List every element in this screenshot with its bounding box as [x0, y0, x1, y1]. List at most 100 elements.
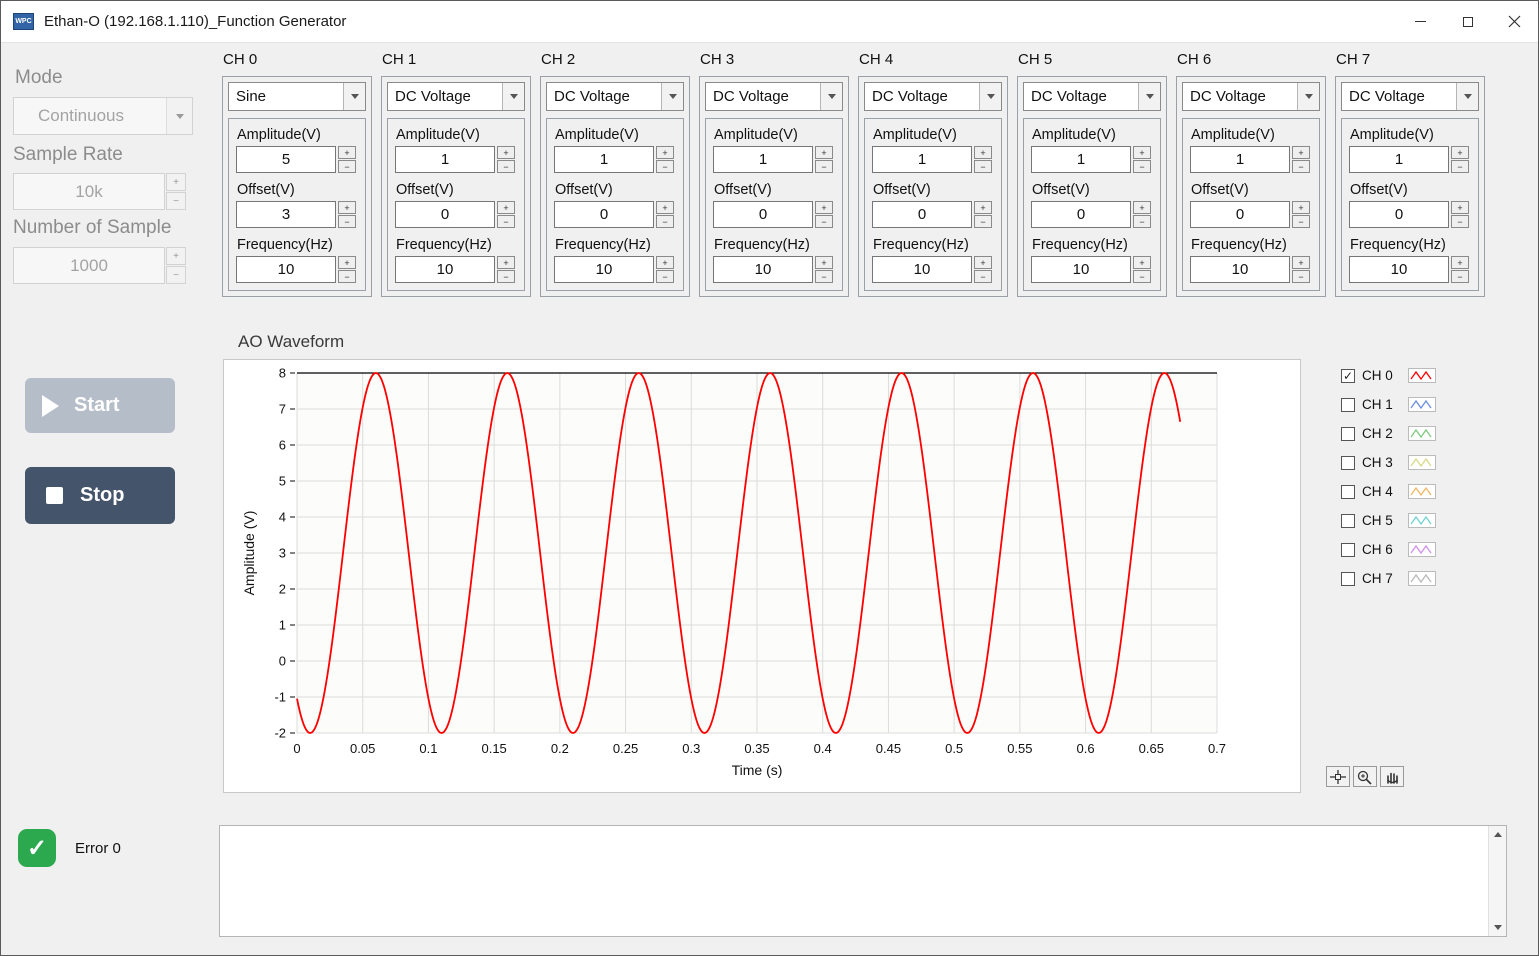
channel-visibility-checkbox[interactable]: ✓	[1341, 543, 1355, 557]
waveform-color-icon[interactable]	[1408, 368, 1436, 383]
offset-input[interactable]: 0	[1031, 201, 1131, 228]
number-of-samples-input[interactable]: 1000	[13, 247, 165, 284]
stop-button[interactable]: Stop	[25, 467, 175, 524]
increment-button[interactable]: +	[1133, 201, 1151, 214]
decrement-button[interactable]: −	[1292, 270, 1310, 283]
increment-button[interactable]: +	[974, 146, 992, 159]
amplitude-input[interactable]: 1	[1349, 146, 1449, 173]
channel-visibility-checkbox[interactable]: ✓	[1341, 369, 1355, 383]
increment-button[interactable]: +	[1292, 256, 1310, 269]
decrement-button[interactable]: −	[1133, 270, 1151, 283]
error-message-box[interactable]	[219, 825, 1507, 937]
decrement-button[interactable]: −	[338, 215, 356, 228]
increment-button[interactable]: +	[338, 146, 356, 159]
waveform-type-select[interactable]: DC Voltage	[1341, 82, 1479, 111]
amplitude-input[interactable]: 5	[236, 146, 336, 173]
frequency-input[interactable]: 10	[713, 256, 813, 283]
waveform-color-icon[interactable]	[1408, 542, 1436, 557]
decrement-button[interactable]: −	[656, 270, 674, 283]
offset-input[interactable]: 0	[713, 201, 813, 228]
increment-button[interactable]: +	[656, 146, 674, 159]
offset-input[interactable]: 3	[236, 201, 336, 228]
channel-visibility-checkbox[interactable]: ✓	[1341, 427, 1355, 441]
increment-button[interactable]: +	[166, 173, 186, 191]
increment-button[interactable]: +	[1451, 256, 1469, 269]
frequency-input[interactable]: 10	[554, 256, 654, 283]
waveform-color-icon[interactable]	[1408, 455, 1436, 470]
scroll-up-button[interactable]	[1489, 826, 1506, 843]
decrement-button[interactable]: −	[338, 270, 356, 283]
decrement-button[interactable]: −	[974, 215, 992, 228]
decrement-button[interactable]: −	[1451, 215, 1469, 228]
waveform-color-icon[interactable]	[1408, 397, 1436, 412]
pan-tool-button[interactable]	[1380, 766, 1404, 787]
channel-visibility-checkbox[interactable]: ✓	[1341, 572, 1355, 586]
waveform-color-icon[interactable]	[1408, 484, 1436, 499]
zoom-tool-button[interactable]	[1353, 766, 1377, 787]
frequency-input[interactable]: 10	[236, 256, 336, 283]
increment-button[interactable]: +	[656, 256, 674, 269]
frequency-input[interactable]: 10	[1190, 256, 1290, 283]
frequency-input[interactable]: 10	[872, 256, 972, 283]
decrement-button[interactable]: −	[1292, 160, 1310, 173]
increment-button[interactable]: +	[1451, 201, 1469, 214]
decrement-button[interactable]: −	[1292, 215, 1310, 228]
increment-button[interactable]: +	[1451, 146, 1469, 159]
error-scrollbar[interactable]	[1488, 826, 1506, 936]
increment-button[interactable]: +	[338, 256, 356, 269]
increment-button[interactable]: +	[974, 201, 992, 214]
increment-button[interactable]: +	[815, 146, 833, 159]
channel-visibility-checkbox[interactable]: ✓	[1341, 514, 1355, 528]
error-status-checkbox[interactable]: ✓	[18, 829, 56, 867]
decrement-button[interactable]: −	[497, 160, 515, 173]
decrement-button[interactable]: −	[974, 160, 992, 173]
decrement-button[interactable]: −	[815, 160, 833, 173]
increment-button[interactable]: +	[1292, 146, 1310, 159]
increment-button[interactable]: +	[166, 247, 186, 265]
decrement-button[interactable]: −	[338, 160, 356, 173]
waveform-color-icon[interactable]	[1408, 426, 1436, 441]
increment-button[interactable]: +	[815, 201, 833, 214]
waveform-type-select[interactable]: DC Voltage	[387, 82, 525, 111]
decrement-button[interactable]: −	[166, 192, 186, 210]
decrement-button[interactable]: −	[1133, 215, 1151, 228]
increment-button[interactable]: +	[497, 201, 515, 214]
amplitude-input[interactable]: 1	[872, 146, 972, 173]
waveform-type-select[interactable]: DC Voltage	[546, 82, 684, 111]
waveform-type-select[interactable]: DC Voltage	[1182, 82, 1320, 111]
decrement-button[interactable]: −	[815, 270, 833, 283]
increment-button[interactable]: +	[974, 256, 992, 269]
offset-input[interactable]: 0	[872, 201, 972, 228]
increment-button[interactable]: +	[338, 201, 356, 214]
decrement-button[interactable]: −	[497, 270, 515, 283]
maximize-button[interactable]	[1444, 1, 1491, 42]
start-button[interactable]: Start	[25, 378, 175, 433]
decrement-button[interactable]: −	[974, 270, 992, 283]
offset-input[interactable]: 0	[1190, 201, 1290, 228]
decrement-button[interactable]: −	[1451, 160, 1469, 173]
mode-select[interactable]: Continuous	[13, 97, 193, 135]
minimize-button[interactable]	[1397, 1, 1444, 42]
decrement-button[interactable]: −	[1133, 160, 1151, 173]
frequency-input[interactable]: 10	[395, 256, 495, 283]
offset-input[interactable]: 0	[395, 201, 495, 228]
amplitude-input[interactable]: 1	[713, 146, 813, 173]
scroll-down-button[interactable]	[1489, 919, 1506, 936]
waveform-color-icon[interactable]	[1408, 513, 1436, 528]
close-button[interactable]	[1491, 1, 1538, 42]
increment-button[interactable]: +	[497, 256, 515, 269]
increment-button[interactable]: +	[1133, 256, 1151, 269]
offset-input[interactable]: 0	[1349, 201, 1449, 228]
frequency-input[interactable]: 10	[1031, 256, 1131, 283]
waveform-color-icon[interactable]	[1408, 571, 1436, 586]
increment-button[interactable]: +	[656, 201, 674, 214]
increment-button[interactable]: +	[1133, 146, 1151, 159]
waveform-type-select[interactable]: Sine	[228, 82, 366, 111]
channel-visibility-checkbox[interactable]: ✓	[1341, 485, 1355, 499]
amplitude-input[interactable]: 1	[554, 146, 654, 173]
decrement-button[interactable]: −	[656, 160, 674, 173]
cursor-tool-button[interactable]	[1326, 766, 1350, 787]
amplitude-input[interactable]: 1	[1031, 146, 1131, 173]
increment-button[interactable]: +	[815, 256, 833, 269]
decrement-button[interactable]: −	[656, 215, 674, 228]
